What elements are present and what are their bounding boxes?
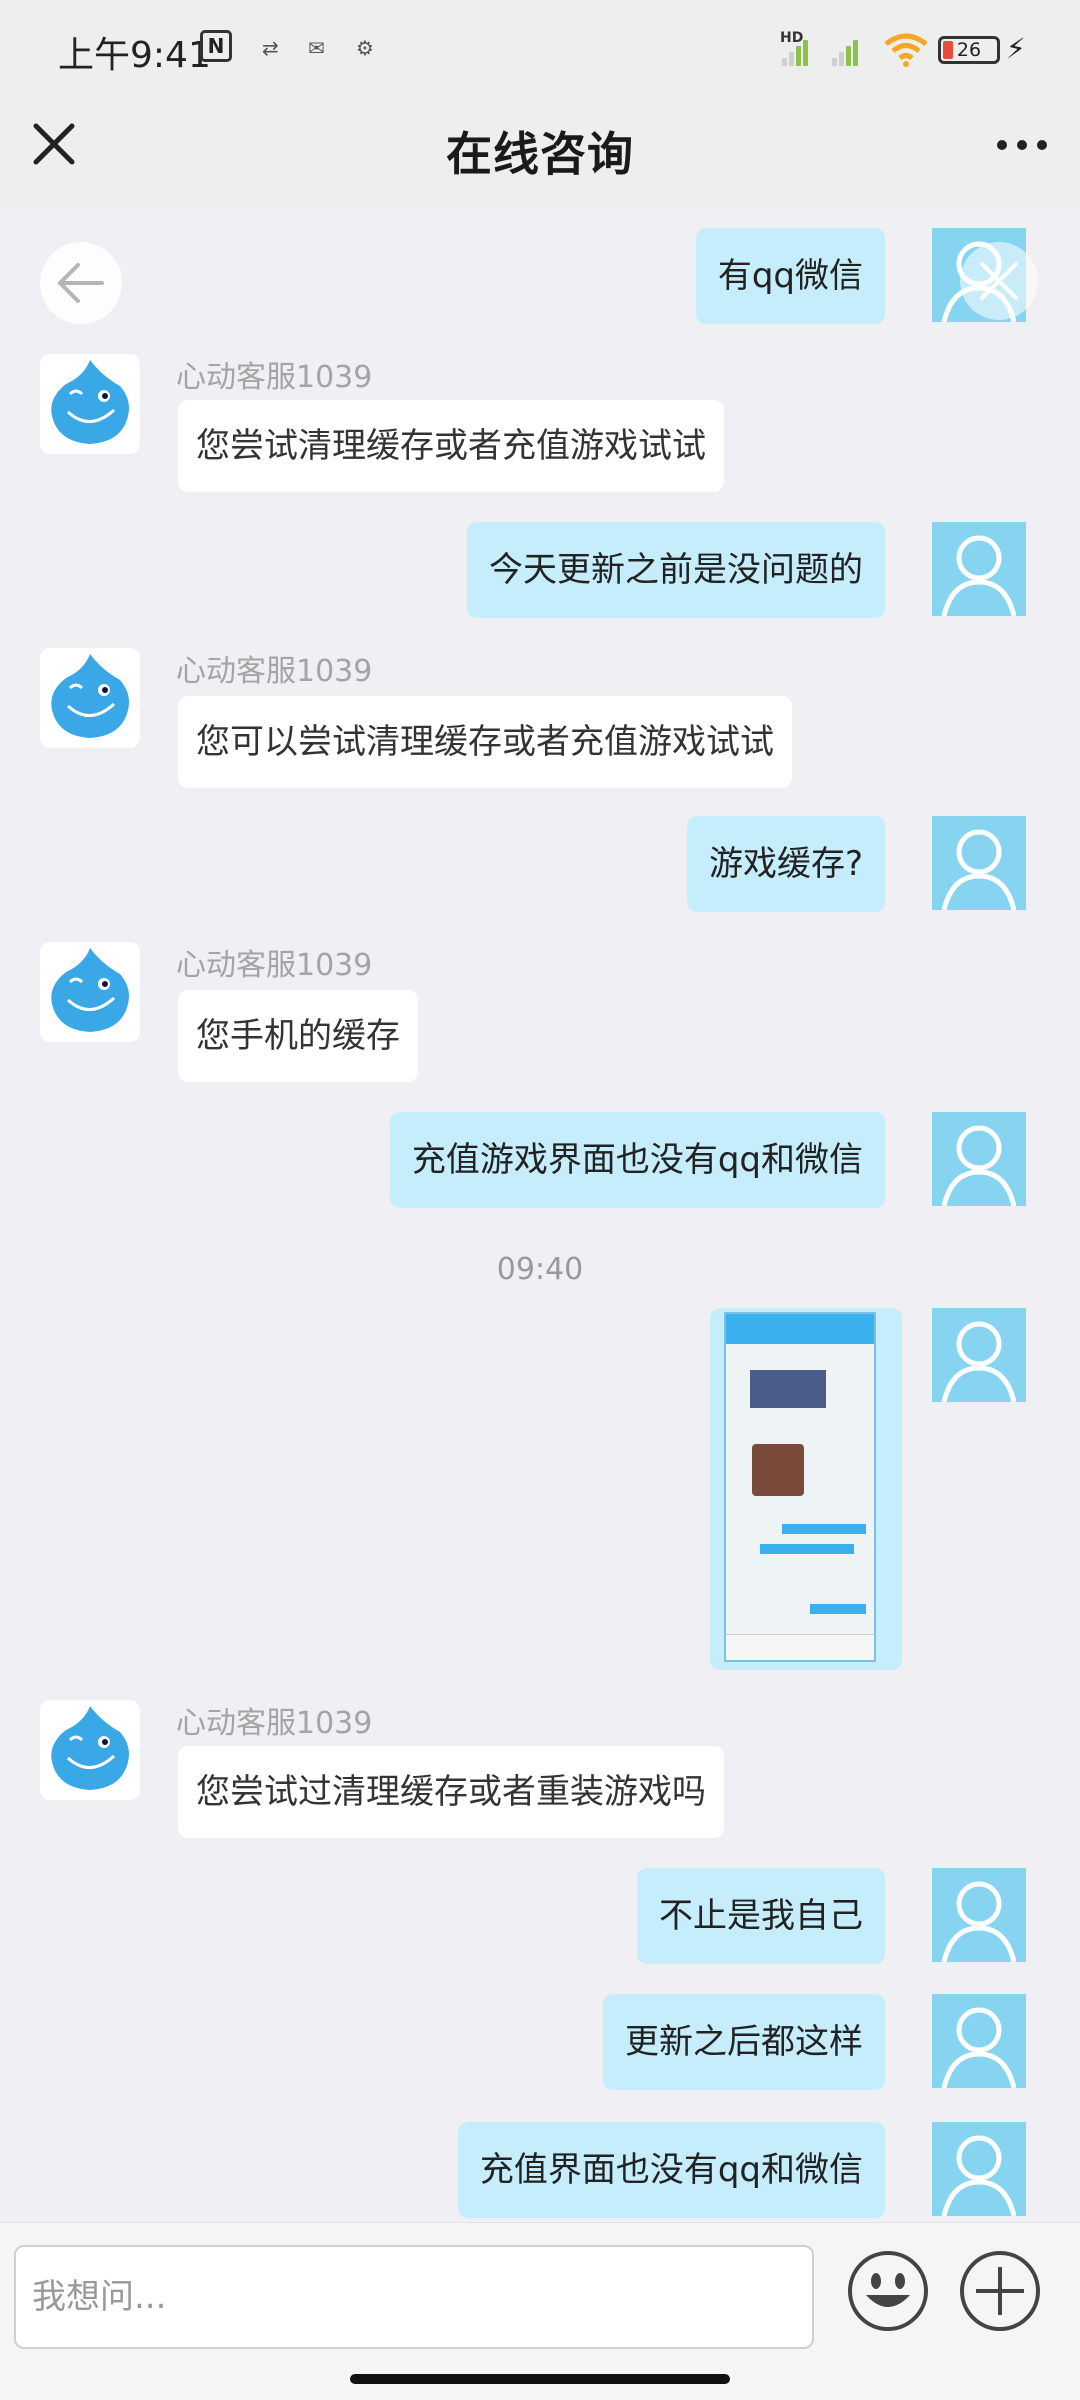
battery-level: 26 bbox=[956, 39, 982, 61]
more-icon[interactable] bbox=[994, 130, 1050, 160]
agent-message-bubble[interactable]: 您可以尝试清理缓存或者充值游戏试试 bbox=[178, 696, 792, 788]
user-avatar[interactable] bbox=[932, 816, 1026, 910]
screenshot-thumbnail[interactable] bbox=[724, 1312, 876, 1662]
status-bar: 上午9:41 N ⇄ ✉ ⚙ HD 26 ⚡ bbox=[0, 0, 1080, 100]
arrow-left-icon[interactable] bbox=[40, 242, 122, 324]
nfc-icon: N bbox=[200, 30, 232, 62]
home-indicator[interactable] bbox=[350, 2374, 730, 2384]
charging-icon: ⚡ bbox=[1006, 32, 1026, 65]
agent-name: 心动客服1039 bbox=[176, 654, 373, 689]
user-avatar[interactable] bbox=[932, 1868, 1026, 1962]
user-message-bubble[interactable]: 有qq微信 bbox=[695, 228, 885, 324]
agent-message-bubble[interactable]: 您手机的缓存 bbox=[178, 990, 418, 1082]
user-avatar[interactable] bbox=[932, 1112, 1026, 1206]
status-indicators: HD 26 ⚡ bbox=[780, 30, 1030, 70]
agent-message-bubble[interactable]: 您尝试清理缓存或者充值游戏试试 bbox=[178, 400, 724, 492]
agent-name: 心动客服1039 bbox=[176, 1706, 373, 1741]
emoji-icon[interactable] bbox=[846, 2249, 930, 2333]
user-avatar[interactable] bbox=[932, 2122, 1026, 2216]
signal-icon bbox=[832, 30, 862, 66]
app-root: 上午9:41 N ⇄ ✉ ⚙ HD 26 ⚡ 在线咨询 有qq微信 心动客服10… bbox=[0, 0, 1080, 2400]
signal-icon bbox=[782, 30, 812, 66]
agent-avatar[interactable] bbox=[40, 942, 140, 1042]
agent-avatar[interactable] bbox=[40, 354, 140, 454]
timestamp: 09:40 bbox=[496, 1252, 584, 1287]
agent-message-bubble[interactable]: 您尝试过清理缓存或者重装游戏吗 bbox=[178, 1746, 724, 1838]
battery-icon: 26 bbox=[938, 36, 1000, 64]
user-avatar[interactable] bbox=[932, 522, 1026, 616]
user-image-message[interactable] bbox=[710, 1308, 902, 1670]
close-icon[interactable] bbox=[960, 242, 1038, 320]
user-message-bubble[interactable]: 不止是我自己 bbox=[637, 1868, 885, 1964]
user-message-bubble[interactable]: 游戏缓存? bbox=[686, 816, 885, 912]
user-avatar[interactable] bbox=[932, 1994, 1026, 2088]
plus-icon[interactable] bbox=[958, 2249, 1042, 2333]
wifi-icon bbox=[884, 33, 928, 67]
agent-avatar[interactable] bbox=[40, 1700, 140, 1800]
user-message-bubble[interactable]: 今天更新之前是没问题的 bbox=[467, 522, 885, 618]
agent-avatar[interactable] bbox=[40, 648, 140, 748]
user-message-bubble[interactable]: 更新之后都这样 bbox=[603, 1994, 885, 2090]
notification-icon: ✉ bbox=[308, 36, 325, 60]
user-message-bubble[interactable]: 充值游戏界面也没有qq和微信 bbox=[389, 1112, 885, 1208]
user-avatar[interactable] bbox=[932, 1308, 1026, 1402]
notification-icon: ⇄ bbox=[262, 36, 279, 60]
header: 在线咨询 bbox=[0, 100, 1080, 212]
input-bar bbox=[0, 2222, 1080, 2352]
page-title: 在线咨询 bbox=[446, 127, 634, 181]
agent-name: 心动客服1039 bbox=[176, 360, 373, 395]
chat-area[interactable]: 有qq微信 心动客服1039 您尝试清理缓存或者充值游戏试试 今天更新之前是没问… bbox=[0, 212, 1080, 2222]
notification-icon: ⚙ bbox=[356, 36, 374, 60]
agent-name: 心动客服1039 bbox=[176, 948, 373, 983]
user-message-bubble[interactable]: 充值界面也没有qq和微信 bbox=[457, 2122, 885, 2218]
status-time: 上午9:41 bbox=[58, 35, 211, 76]
home-area bbox=[0, 2352, 1080, 2400]
message-input[interactable] bbox=[14, 2245, 814, 2349]
